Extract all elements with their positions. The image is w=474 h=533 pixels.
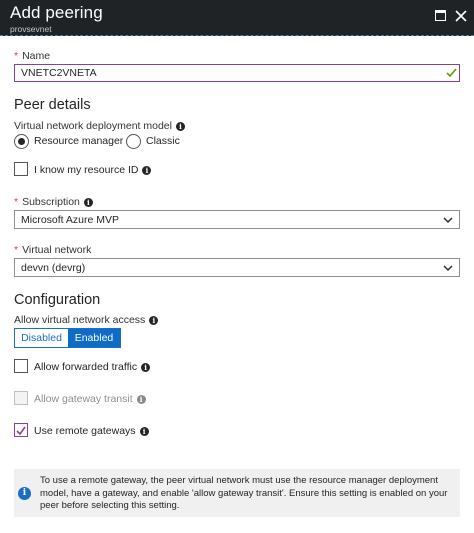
maximize-icon[interactable] [434, 9, 448, 23]
info-icon: i [18, 487, 31, 500]
blade-subtitle: provsevnet [10, 24, 52, 34]
chevron-down-icon [443, 217, 453, 223]
radio-resource-manager-label: Resource manager [34, 135, 124, 147]
info-icon[interactable]: i [175, 122, 185, 131]
allow-forwarded-traffic-checkbox[interactable] [14, 359, 28, 373]
use-remote-gateways-checkbox[interactable] [14, 423, 28, 437]
virtual-network-label: * Virtual network [14, 244, 92, 256]
info-icon[interactable]: i [83, 198, 93, 207]
allow-gateway-transit-label: Allow gateway transit i [34, 393, 146, 405]
peer-details-heading: Peer details [14, 97, 91, 113]
header-accent-line [0, 35, 474, 36]
configuration-heading: Configuration [14, 292, 101, 308]
name-input[interactable]: VNETC2VNETA [14, 64, 460, 82]
checkmark-icon [16, 426, 26, 436]
radio-classic[interactable] [126, 134, 141, 149]
toggle-disabled-option[interactable]: Disabled [15, 329, 68, 347]
subscription-label: * Subscription i [14, 196, 93, 208]
virtual-network-value: devvn (devrg) [21, 262, 86, 274]
info-icon[interactable]: i [136, 395, 146, 404]
use-remote-gateways-label: Use remote gateways i [34, 425, 149, 437]
blade-header: Add peering provsevnet [0, 0, 474, 36]
radio-classic-label: Classic [146, 135, 180, 147]
info-banner-text: To use a remote gateway, the peer virtua… [40, 475, 448, 511]
chevron-down-icon [443, 265, 453, 271]
virtual-network-select[interactable]: devvn (devrg) [14, 258, 460, 277]
allow-forwarded-traffic-label: Allow forwarded traffic i [34, 361, 151, 373]
blade-title: Add peering [10, 3, 103, 22]
subscription-select[interactable]: Microsoft Azure MVP [14, 210, 460, 229]
allow-access-toggle: Disabled Enabled [14, 328, 121, 348]
info-icon[interactable]: i [149, 316, 159, 325]
info-icon[interactable]: i [141, 363, 151, 372]
radio-resource-manager[interactable] [14, 134, 29, 149]
info-icon[interactable]: i [142, 166, 152, 175]
name-label: * Name [14, 50, 51, 62]
deployment-model-label: Virtual network deployment model i [14, 120, 185, 132]
info-icon[interactable]: i [139, 427, 149, 436]
add-peering-blade: Add peering provsevnet * Name VNETC2VNETA… [0, 0, 474, 533]
toggle-enabled-option[interactable]: Enabled [68, 329, 120, 347]
allow-access-label: Allow virtual network access i [14, 314, 159, 326]
know-resource-id-label: I know my resource ID i [34, 164, 152, 176]
close-icon[interactable] [454, 9, 468, 23]
allow-gateway-transit-checkbox [14, 391, 28, 405]
subscription-value: Microsoft Azure MVP [21, 214, 120, 226]
valid-check-icon [446, 68, 457, 78]
know-resource-id-checkbox[interactable] [14, 162, 28, 176]
